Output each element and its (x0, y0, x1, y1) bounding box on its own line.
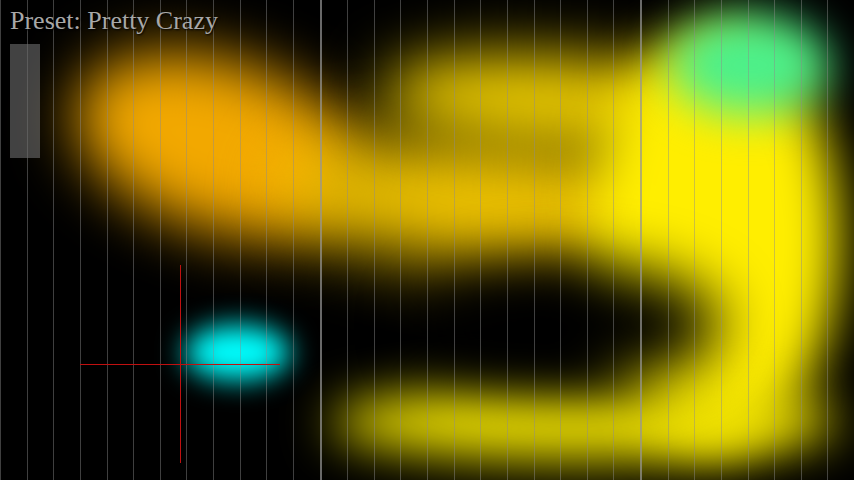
grid-line (480, 0, 507, 480)
grid-line (160, 0, 187, 480)
visualizer[interactable]: Preset: Pretty Crazy (0, 0, 854, 480)
grid-line (186, 0, 213, 480)
preset-label: Preset: Pretty Crazy (10, 6, 218, 36)
grid-line (694, 0, 721, 480)
level-fill (11, 45, 39, 157)
grid-line (827, 0, 854, 480)
light-blob (185, 325, 290, 380)
grid-line (560, 0, 587, 480)
grid-line (721, 0, 748, 480)
grid-line (374, 0, 401, 480)
grid-line (293, 0, 320, 480)
grid-line (534, 0, 561, 480)
grid-line (80, 0, 107, 480)
crosshair-vertical (180, 265, 181, 463)
grid-line (213, 0, 240, 480)
grid-line (266, 0, 293, 480)
grid-line (801, 0, 828, 480)
grid-line (774, 0, 801, 480)
grid-line (507, 0, 534, 480)
grid-line (640, 0, 668, 480)
grid-line (133, 0, 160, 480)
grid-line (454, 0, 481, 480)
grid-line (53, 0, 80, 480)
grid-line (107, 0, 134, 480)
grid-line (400, 0, 427, 480)
grid-line (587, 0, 614, 480)
hud: Preset: Pretty Crazy (0, 0, 854, 480)
light-blob (330, 385, 840, 460)
light-blob (420, 265, 720, 385)
grid-line (320, 0, 348, 480)
grid-line (668, 0, 695, 480)
grid-line (240, 0, 267, 480)
grid-line (347, 0, 374, 480)
grid-line (613, 0, 640, 480)
grid-line (427, 0, 454, 480)
grid (0, 0, 854, 480)
level-meter (10, 44, 40, 158)
grid-line (748, 0, 775, 480)
